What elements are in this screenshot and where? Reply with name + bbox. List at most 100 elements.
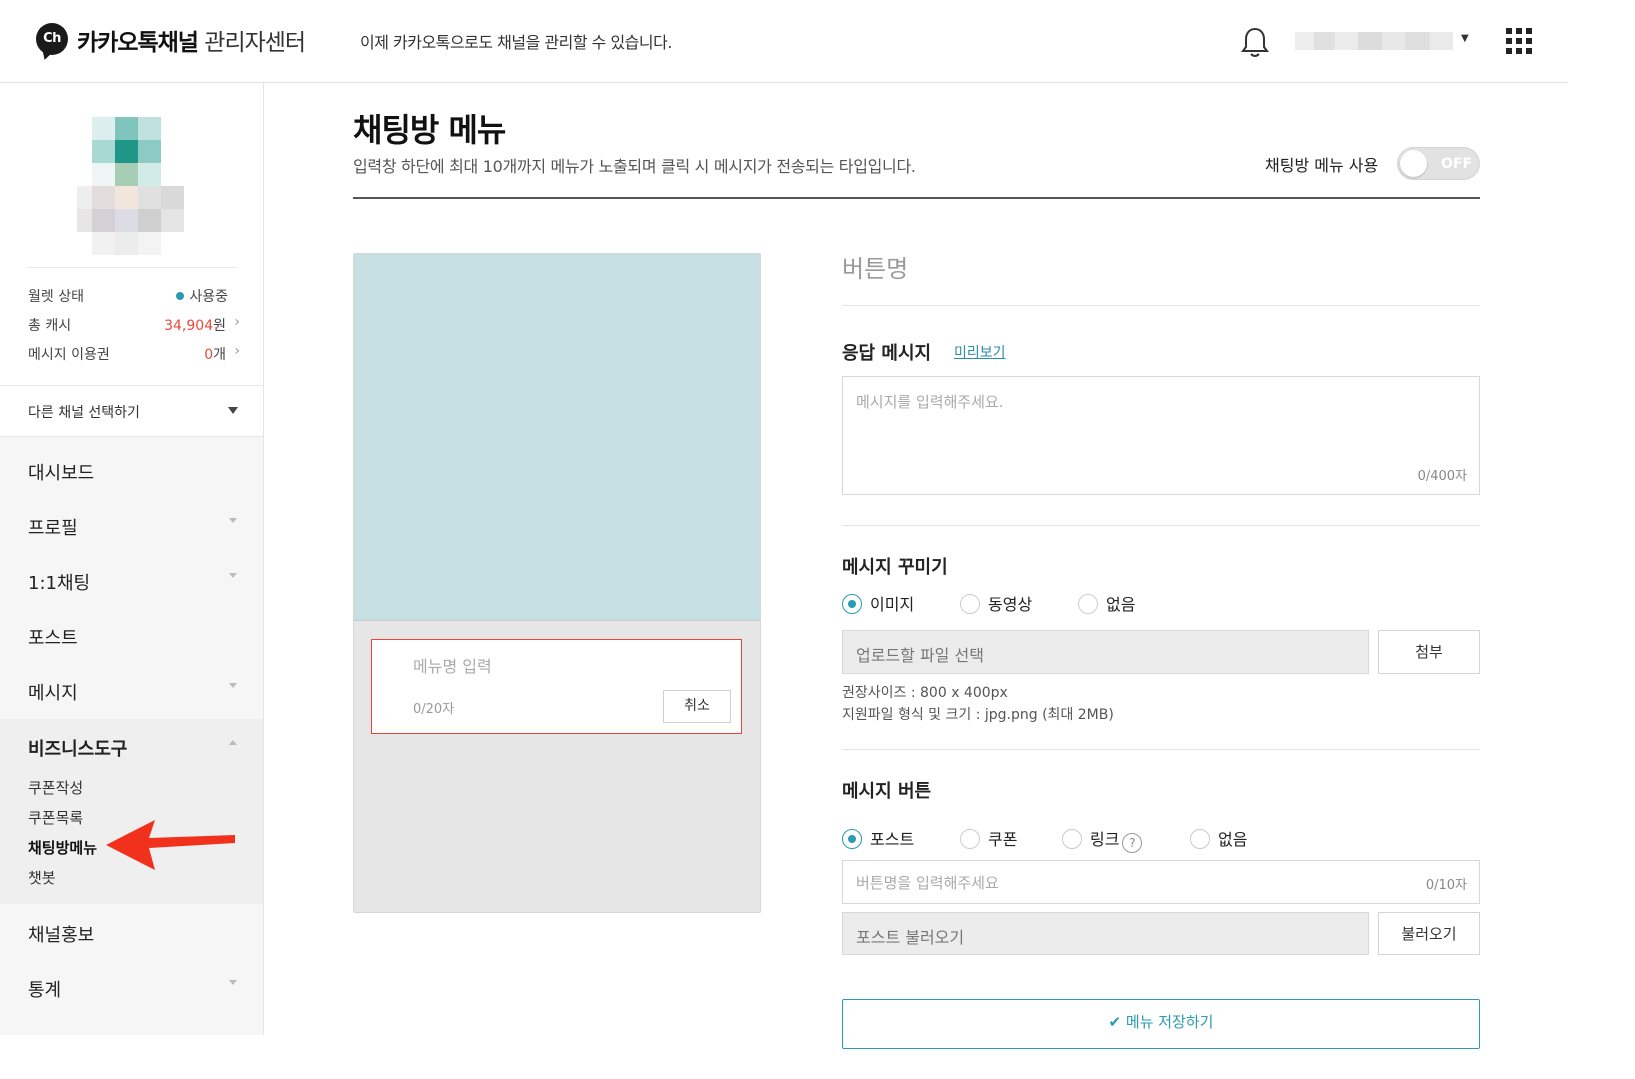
decorate-radio-group: 이미지 동영상 없음 [842,591,1242,615]
message-button-title: 메시지 버튼 [842,781,932,802]
load-button[interactable]: 불러오기 [1378,912,1480,955]
nav-message[interactable]: 메시지 [28,679,78,705]
attach-button[interactable]: 첨부 [1378,630,1480,674]
top-header: Ch 카카오톡채널 관리자센터 이제 카카오톡으로도 채널을 관리할 수 있습니… [0,0,1568,83]
radio-none[interactable]: 없음 [1078,591,1135,615]
app-grid-icon[interactable] [1506,28,1532,54]
nav-chat[interactable]: 1:1채팅 [28,569,90,595]
nav-post[interactable]: 포스트 [28,624,78,650]
message-ticket-label: 메시지 이용권 [28,347,110,363]
nav-chatbot[interactable]: 챗봇 [28,867,56,888]
profile-image-blurred [77,117,184,255]
ticket-unit: 개 [213,347,226,363]
menu-name-input-box[interactable]: 메뉴명 입력 0/20자 취소 [371,639,742,734]
total-cash-row[interactable]: 총 캐시 34,904원 › [28,314,240,335]
nav-statistics-caret-icon[interactable] [229,980,237,985]
nav-profile-caret-icon[interactable] [229,518,237,523]
nav-statistics[interactable]: 통계 [28,976,61,1002]
radio-video-label: 동영상 [988,595,1033,614]
file-select-field[interactable]: 업로드할 파일 선택 [842,630,1369,674]
chevron-right-icon[interactable]: › [234,314,240,330]
wallet-status-row: 월렛 상태 사용중 [28,286,240,306]
button-type-radio-group: 포스트 쿠폰 링크? 없음 [842,826,1362,853]
ticket-amount: 0 [204,347,214,363]
page-description: 입력창 하단에 최대 10개까지 메뉴가 노출되며 클릭 시 메시지가 전송되는… [353,157,916,176]
nav-channel-promotion[interactable]: 채널홍보 [28,921,94,947]
radio-image[interactable]: 이미지 [842,591,914,615]
radio-checked-icon [842,829,862,849]
cash-amount: 34,904 [164,318,214,334]
button-name-count: 0/10자 [1425,878,1467,893]
menu-usage-toggle[interactable]: OFF [1397,147,1480,180]
menu-name-placeholder[interactable]: 메뉴명 입력 [413,653,492,677]
save-menu-label: 메뉴 저장하기 [1125,1013,1214,1031]
main-content: 채팅방 메뉴 입력창 하단에 최대 10개까지 메뉴가 노출되며 클릭 시 메시… [264,83,1568,1049]
save-menu-button[interactable]: ✔ 메뉴 저장하기 [842,999,1480,1049]
toggle-state-label: OFF [1441,156,1473,172]
radio-link-label: 링크 [1090,830,1120,849]
nav-profile[interactable]: 프로필 [28,514,78,540]
nav-message-caret-icon[interactable] [229,683,237,688]
post-load-placeholder: 포스트 불러오기 [856,928,965,947]
total-cash-label: 총 캐시 [28,318,72,334]
help-icon[interactable]: ? [1122,833,1143,853]
post-load-field[interactable]: 포스트 불러오기 [842,912,1369,955]
toggle-knob [1400,150,1427,177]
account-dropdown-icon[interactable]: ▼ [1461,33,1469,44]
form-divider [842,749,1480,750]
form-divider [842,305,1480,306]
radio-unchecked-icon [1062,829,1082,849]
preview-link[interactable]: 미리보기 [954,342,1006,362]
chevron-right-icon[interactable]: › [234,343,240,359]
preview-chat-area [354,254,760,621]
message-ticket-row[interactable]: 메시지 이용권 0개 › [28,343,240,364]
cancel-button[interactable]: 취소 [663,690,731,723]
brand-title-light: 관리자센터 [204,30,306,56]
form-divider [842,525,1480,526]
radio-post[interactable]: 포스트 [842,826,914,850]
button-name-input[interactable]: 버튼명을 입력해주세요 0/10자 [842,860,1480,904]
nav-coupon-list[interactable]: 쿠폰목록 [28,807,83,828]
radio-unchecked-icon [1078,594,1098,614]
nav-business-tools-caret-icon[interactable] [229,740,237,745]
sidebar-divider [28,267,236,268]
channel-logo-icon[interactable]: Ch [36,23,68,55]
radio-checked-icon [842,594,862,614]
title-divider [353,197,1480,199]
nav-chatroom-menu[interactable]: 채팅방메뉴 [28,837,97,858]
red-arrow-annotation-icon [106,820,235,870]
select-channel-dropdown[interactable]: 다른 채널 선택하기 [0,385,263,437]
select-channel-label: 다른 채널 선택하기 [28,405,140,421]
format-hint: 지원파일 형식 및 크기 : jpg.png (최대 2MB) [842,707,1114,723]
message-count: 0/400자 [1417,469,1467,484]
radio-unchecked-icon [1190,829,1210,849]
account-name-blurred[interactable] [1295,32,1453,50]
nav-business-tools[interactable]: 비즈니스도구 [28,735,127,761]
notification-bell-icon[interactable] [1240,25,1270,59]
radio-unchecked-icon [960,829,980,849]
radio-link[interactable]: 링크? [1062,826,1143,853]
response-message-title: 응답 메시지 [842,343,932,364]
button-name-placeholder: 버튼명을 입력해주세요 [856,874,999,892]
response-message-textarea[interactable]: 메시지를 입력해주세요. 0/400자 [842,376,1480,495]
file-select-placeholder: 업로드할 파일 선택 [856,646,984,665]
radio-coupon-label: 쿠폰 [988,830,1018,849]
sidebar: 월렛 상태 사용중 총 캐시 34,904원 › 메시지 이용권 0개 › 다른… [0,83,264,1035]
radio-post-label: 포스트 [870,830,915,849]
radio-image-label: 이미지 [870,595,915,614]
page-title: 채팅방 메뉴 [353,111,506,149]
nav-chat-caret-icon[interactable] [229,573,237,578]
button-name-heading[interactable]: 버튼명 [842,249,908,284]
brand-title[interactable]: 카카오톡채널 관리자센터 [77,23,306,57]
nav-coupon-create[interactable]: 쿠폰작성 [28,777,83,798]
nav-dashboard[interactable]: 대시보드 [28,459,94,485]
message-ticket-value: 0개 [204,344,226,364]
status-dot-icon [176,292,185,300]
radio-video[interactable]: 동영상 [960,591,1032,615]
wallet-status-text: 사용중 [189,289,228,305]
chatroom-preview: 메뉴명 입력 0/20자 취소 [353,253,761,913]
radio-button-none[interactable]: 없음 [1190,826,1247,850]
menu-toggle-label: 채팅방 메뉴 사용 [1265,156,1379,175]
radio-coupon[interactable]: 쿠폰 [960,826,1017,850]
size-hint: 권장사이즈 : 800 x 400px [842,685,1008,701]
